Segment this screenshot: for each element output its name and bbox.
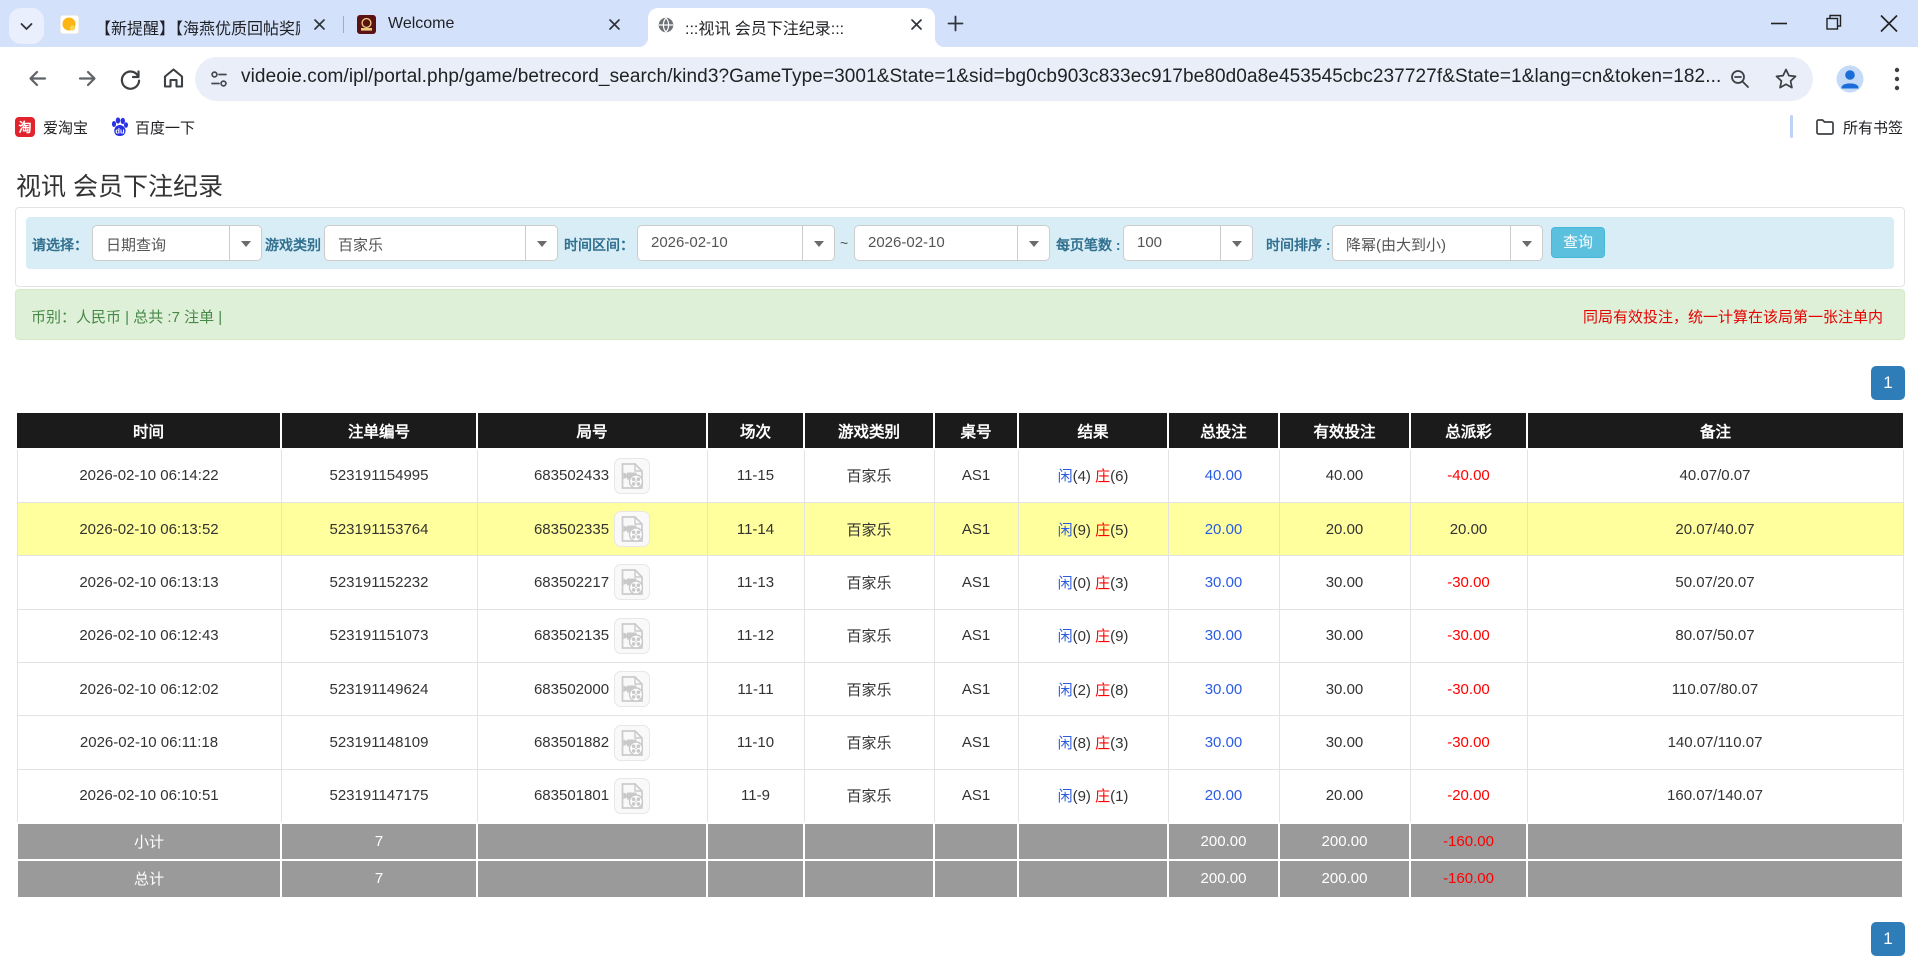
svg-text:du: du: [115, 127, 125, 136]
svg-text:淘: 淘: [18, 120, 31, 135]
